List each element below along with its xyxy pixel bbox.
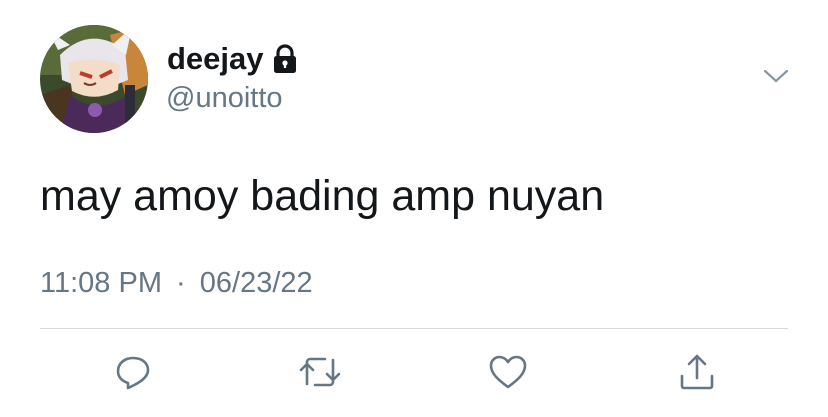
reply-button[interactable] bbox=[111, 350, 155, 394]
tweet-card: deejay @unoitto may amoy bading amp nuya… bbox=[0, 0, 828, 417]
retweet-button[interactable] bbox=[298, 350, 342, 394]
lock-icon bbox=[272, 44, 298, 74]
divider bbox=[40, 328, 788, 329]
share-icon bbox=[680, 354, 714, 390]
share-button[interactable] bbox=[675, 350, 719, 394]
avatar-image bbox=[40, 25, 148, 133]
tweet-timestamp[interactable]: 11:08 PM · 06/23/22 bbox=[40, 265, 313, 301]
display-name: deejay bbox=[167, 41, 264, 76]
reply-icon bbox=[116, 356, 150, 390]
retweet-icon bbox=[299, 357, 341, 387]
like-button[interactable] bbox=[486, 350, 530, 394]
heart-icon bbox=[489, 355, 527, 389]
handle[interactable]: @unoitto bbox=[166, 80, 283, 116]
tweet-text: may amoy bading amp nuyan bbox=[40, 172, 605, 220]
tweet-date: 06/23/22 bbox=[199, 267, 313, 299]
avatar[interactable] bbox=[40, 25, 148, 133]
timestamp-separator: · bbox=[176, 267, 186, 299]
chevron-down-icon[interactable] bbox=[762, 66, 790, 86]
display-name-row[interactable]: deejay bbox=[167, 40, 298, 78]
tweet-time: 11:08 PM bbox=[40, 267, 162, 299]
